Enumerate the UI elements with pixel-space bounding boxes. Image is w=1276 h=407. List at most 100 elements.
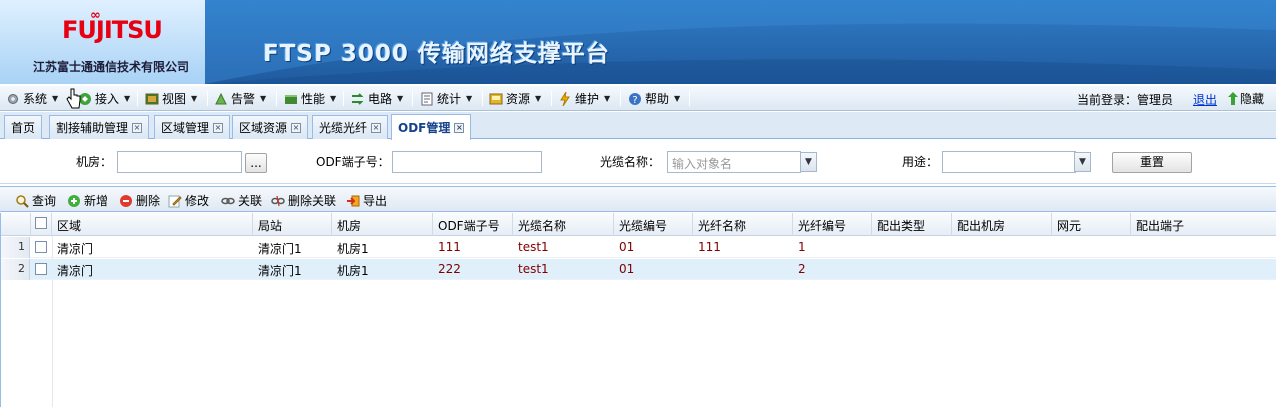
menu-help[interactable]: ? 帮助 ▼ <box>628 90 680 107</box>
logout-link[interactable]: 退出 <box>1193 91 1217 108</box>
company-name: 江苏富士通通信技术有限公司 <box>33 60 190 74</box>
tab-home[interactable]: 首页 <box>4 115 43 139</box>
unlink-label: 删除关联 <box>288 194 337 208</box>
column-header[interactable]: 区域 <box>52 213 253 236</box>
menu-maintenance[interactable]: 维护 ▼ <box>558 90 610 107</box>
room-browse-button[interactable]: ... <box>245 153 267 173</box>
column-header[interactable]: 机房 <box>332 213 433 236</box>
menu-circuit[interactable]: 电路 ▼ <box>351 90 403 107</box>
menu-system[interactable]: 系统 ▼ <box>6 90 58 107</box>
unlink-button[interactable]: 删除关联 <box>271 192 336 209</box>
reset-button[interactable]: 重置 <box>1112 152 1192 173</box>
query-button[interactable]: 查询 <box>15 192 56 209</box>
menu-access[interactable]: 接入 ▼ <box>78 90 130 107</box>
view-icon <box>145 93 159 104</box>
link-icon <box>221 197 235 204</box>
chevron-down-icon: ▼ <box>260 94 267 103</box>
odf-port-input[interactable] <box>392 151 542 173</box>
help-icon: ? <box>629 92 641 106</box>
cell-room: 机房1 <box>337 242 369 256</box>
row-checkbox[interactable] <box>35 241 47 253</box>
cell-odf-port: 222 <box>438 262 461 276</box>
menu-statistics[interactable]: 统计 ▼ <box>420 90 472 107</box>
column-header[interactable]: 配出类型 <box>872 213 952 236</box>
cell-odf-port: 111 <box>438 240 461 254</box>
cell-station: 清凉门1 <box>258 242 302 256</box>
query-label: 查询 <box>32 194 57 208</box>
select-all-checkbox[interactable] <box>35 217 47 229</box>
cell-cable-name: test1 <box>518 240 549 254</box>
menu-alarm[interactable]: 告警 ▼ <box>214 90 266 107</box>
hide-header-button[interactable]: 隐藏 <box>1228 90 1264 107</box>
usage-label: 用途： <box>902 155 939 169</box>
close-icon[interactable]: × <box>291 122 302 133</box>
column-header[interactable]: ODF端子号 <box>433 213 513 236</box>
add-label: 新增 <box>84 194 109 208</box>
tab-cable-fiber[interactable]: 光缆光纤 × <box>312 115 389 139</box>
menu-label: 统计 <box>437 92 462 106</box>
column-header[interactable]: 配出端子 <box>1131 213 1276 236</box>
main-menubar: 系统 ▼ 接入 ▼ 视图 ▼ 告警 ▼ 性能 ▼ 电路 ▼ 统计 ▼ 资源 ▼ 维护 ▼ ? 帮 <box>0 86 1276 111</box>
close-icon[interactable]: × <box>213 122 224 133</box>
select-all-header[interactable] <box>31 213 52 236</box>
chevron-down-icon: ▼ <box>466 94 473 103</box>
cable-name-input[interactable]: 输入对象名 <box>667 151 801 173</box>
column-header[interactable]: 光纤编号 <box>793 213 872 236</box>
table-row[interactable]: 1 清凉门 清凉门1 机房1 111 test1 01 111 1 <box>1 237 1276 258</box>
statistics-icon <box>421 92 433 105</box>
tab-label: 光缆光纤 <box>319 121 368 135</box>
row-checkbox[interactable] <box>35 263 47 275</box>
cell-fiber-no: 2 <box>798 262 806 276</box>
menu-label: 视图 <box>162 92 187 106</box>
table-row[interactable]: 2 清凉门 清凉门1 机房1 222 test1 01 2 <box>1 259 1276 280</box>
edit-button[interactable]: 修改 <box>168 192 209 209</box>
delete-button[interactable]: 删除 <box>119 192 160 209</box>
close-icon[interactable]: × <box>454 122 465 133</box>
rownum-header <box>1 213 31 236</box>
column-header[interactable]: 光缆编号 <box>614 213 693 236</box>
export-button[interactable]: 导出 <box>346 192 387 209</box>
column-header[interactable]: 局站 <box>253 213 332 236</box>
hand-cursor-icon <box>66 88 81 109</box>
filter-panel: 机房： ... ODF端子号： 光缆名称： 输入对象名 ▼ 用途： ▼ 重置 <box>0 140 1276 184</box>
menu-label: 系统 <box>23 92 48 106</box>
menu-separator <box>207 91 208 106</box>
tab-area-management[interactable]: 区域管理 × <box>154 115 231 139</box>
menu-resource[interactable]: 资源 ▼ <box>489 90 541 107</box>
menu-separator <box>620 91 621 106</box>
tab-area-resources[interactable]: 区域资源 × <box>232 115 309 139</box>
cable-name-dropdown-button[interactable]: ▼ <box>800 152 817 172</box>
menu-performance[interactable]: 性能 ▼ <box>284 90 336 107</box>
column-header[interactable]: 光纤名称 <box>693 213 793 236</box>
column-header[interactable]: 配出机房 <box>952 213 1052 236</box>
grid-header: 区域 局站 机房 ODF端子号 光缆名称 光缆编号 光纤名称 光纤编号 配出类型… <box>1 213 1276 236</box>
chevron-down-icon: ▼ <box>52 94 59 103</box>
menu-label: 维护 <box>575 92 600 106</box>
close-icon[interactable]: × <box>371 122 382 133</box>
link-button[interactable]: 关联 <box>221 192 262 209</box>
delete-label: 删除 <box>136 194 161 208</box>
column-header[interactable]: 光缆名称 <box>513 213 614 236</box>
column-header[interactable]: 网元 <box>1052 213 1131 236</box>
tab-odf-management[interactable]: ODF管理 × <box>391 114 472 140</box>
odf-grid: 区域 局站 机房 ODF端子号 光缆名称 光缆编号 光纤名称 光纤编号 配出类型… <box>0 213 1276 407</box>
add-button[interactable]: 新增 <box>67 192 108 209</box>
menu-separator <box>551 91 552 106</box>
chevron-down-icon: ▼ <box>397 94 404 103</box>
add-icon <box>68 194 80 207</box>
edit-icon <box>168 195 182 207</box>
menu-label: 接入 <box>95 92 120 106</box>
cell-cable-no: 01 <box>619 262 635 276</box>
tab-label: 割接辅助管理 <box>56 121 129 135</box>
export-label: 导出 <box>363 194 388 208</box>
menu-view[interactable]: 视图 ▼ <box>145 90 197 107</box>
close-icon[interactable]: × <box>132 122 143 133</box>
usage-select[interactable] <box>942 151 1076 173</box>
room-input[interactable] <box>117 151 242 173</box>
link-label: 关联 <box>238 194 263 208</box>
header-banner: ∞ FUJITSU 江苏富士通通信技术有限公司 FTSP 3000 传输网络支撑… <box>0 0 1276 84</box>
usage-dropdown-button[interactable]: ▼ <box>1074 152 1091 172</box>
tab-strip: 首页 割接辅助管理 × 区域管理 × 区域资源 × 光缆光纤 × ODF管理 × <box>0 112 1276 140</box>
tab-cutover-assist[interactable]: 割接辅助管理 × <box>49 115 150 139</box>
cell-fiber-name <box>693 259 703 280</box>
